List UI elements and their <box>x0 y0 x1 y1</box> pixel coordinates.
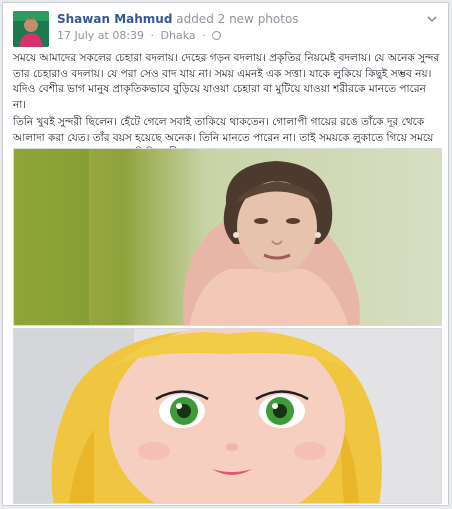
photo-post-card: Shawan Mahmud added 2 new photos 17 July… <box>2 2 449 506</box>
post-photo-doll[interactable] <box>13 328 442 504</box>
post-meta-line: 17 July at 08:39 · Dhaka · <box>57 29 224 43</box>
globe-icon[interactable] <box>212 31 222 40</box>
meta-separator: · <box>202 29 206 42</box>
chevron-down-icon[interactable] <box>426 13 438 25</box>
post-action-text: added 2 new photos <box>172 12 299 26</box>
post-body-text: সময়ে আমাদের সকলের চেহারা বদলায়। দেহের … <box>13 51 441 164</box>
profile-avatar[interactable] <box>13 11 49 47</box>
post-photo-portrait[interactable] <box>13 148 442 326</box>
post-location[interactable]: Dhaka <box>161 29 196 42</box>
post-timestamp[interactable]: 17 July at 08:39 <box>57 29 144 42</box>
post-title-line: Shawan Mahmud added 2 new photos <box>57 12 299 27</box>
post-header: Shawan Mahmud added 2 new photos 17 July… <box>13 11 438 47</box>
post-paragraph: সময়ে আমাদের সকলের চেহারা বদলায়। দেহের … <box>13 52 440 111</box>
author-name-link[interactable]: Shawan Mahmud <box>57 12 172 26</box>
meta-separator: · <box>150 29 155 42</box>
